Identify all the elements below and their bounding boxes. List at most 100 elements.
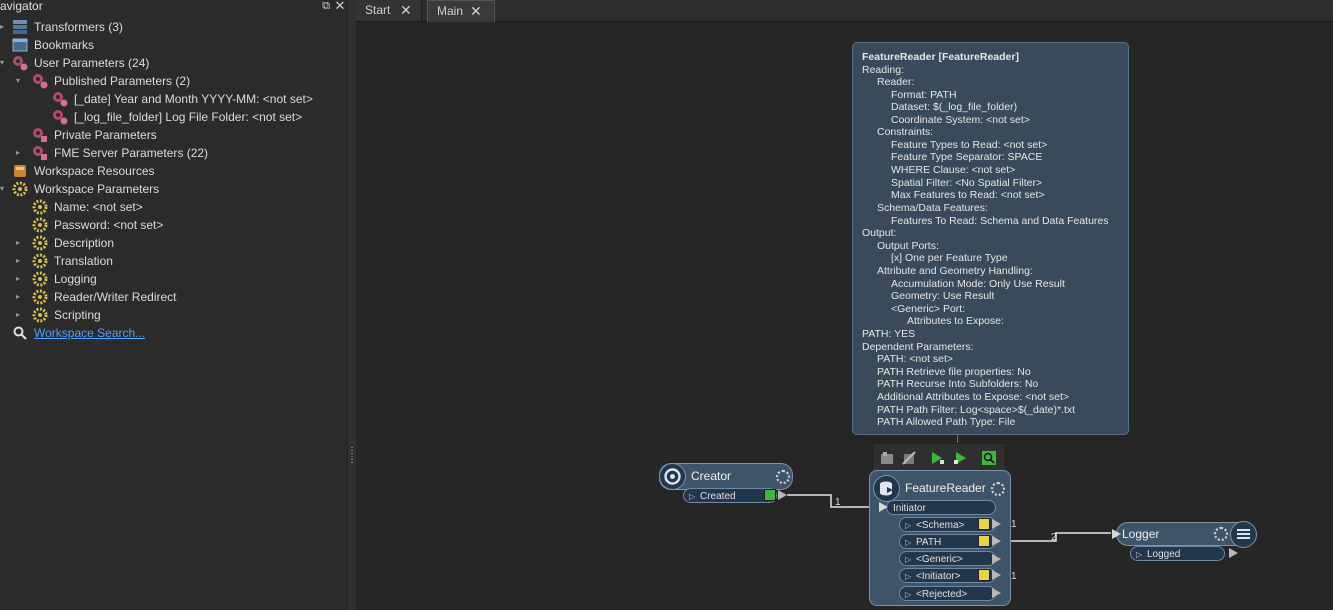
tree-item-logging[interactable]: ▸ Logging xyxy=(0,270,345,288)
rejected-output-port[interactable]: ▷ <Rejected> xyxy=(899,586,996,601)
tree-item-log-file-folder-parameter[interactable]: [_log_file_folder] Log File Folder: <not… xyxy=(0,108,345,126)
feature-count: 1 xyxy=(1011,519,1017,530)
expand-arrow-icon[interactable]: ▸ xyxy=(16,252,24,270)
port-label: Initiator xyxy=(893,503,926,514)
inspect-yellow-icon[interactable] xyxy=(978,569,990,581)
workspace-canvas[interactable]: FeatureReader [FeatureReader] Reading: R… xyxy=(356,22,1333,610)
search-icon xyxy=(13,326,27,340)
collapse-arrow-icon[interactable]: ▾ xyxy=(16,72,24,90)
expand-arrow-icon[interactable]: ▸ xyxy=(0,18,8,36)
port-label: <Initiator> xyxy=(916,571,961,582)
navigator-title: avigator xyxy=(0,0,43,13)
tree-item-workspace-search[interactable]: Workspace Search... xyxy=(0,324,345,342)
output-arrow-icon[interactable] xyxy=(992,570,1001,580)
logger-transformer[interactable]: Logger xyxy=(1116,521,1257,548)
gear-icon xyxy=(32,217,48,233)
gear-icon xyxy=(32,199,48,215)
close-tab-icon[interactable]: ✕ xyxy=(470,1,482,22)
tree-item-bookmarks[interactable]: Bookmarks xyxy=(0,36,345,54)
gear-icon xyxy=(32,289,48,305)
port-label: Logged xyxy=(1147,549,1181,560)
navigator-panel: avigator ⧉ ✕ ▸ Transformers (3) Bookmark… xyxy=(0,0,347,610)
gear-icon[interactable] xyxy=(1214,527,1228,541)
tree-item-label: Private Parameters xyxy=(54,128,157,142)
port-label: <Rejected> xyxy=(916,589,968,600)
inspect-yellow-icon[interactable] xyxy=(978,518,990,530)
tree-item-label: Password: <not set> xyxy=(54,218,164,232)
featurereader-icon xyxy=(873,475,900,502)
feature-count: 1 xyxy=(1011,571,1017,582)
tree-item-user-parameters[interactable]: ▾ User Parameters (24) xyxy=(0,54,345,72)
tree-item-workspace-parameters[interactable]: ▾ Workspace Parameters xyxy=(0,180,345,198)
tree-item-fme-server-parameters[interactable]: ▸ FME Server Parameters (22) xyxy=(0,144,345,162)
tree-item-label: Description xyxy=(54,236,115,250)
tree-item-label: FME Server Parameters (22) xyxy=(54,146,209,160)
port-label: PATH xyxy=(916,537,942,548)
workspace-search-link[interactable]: Workspace Search... xyxy=(34,324,145,342)
input-arrow-icon[interactable] xyxy=(879,502,888,512)
close-tab-icon[interactable]: ✕ xyxy=(400,0,412,21)
server-parameters-icon xyxy=(33,146,47,160)
tree-item-label: Logging xyxy=(54,272,97,286)
generic-output-port[interactable]: ▷ <Generic> xyxy=(899,551,996,566)
tree-item-description[interactable]: ▸ Description xyxy=(0,234,345,252)
collapse-arrow-icon[interactable]: ▾ xyxy=(0,54,8,72)
workspace-resources-icon xyxy=(14,165,26,177)
tab-label: Main xyxy=(437,4,464,18)
output-arrow-icon[interactable] xyxy=(992,536,1001,546)
tree-item-private-parameters[interactable]: Private Parameters xyxy=(0,126,345,144)
tree-item-password[interactable]: Password: <not set> xyxy=(0,216,345,234)
tree-item-label: Translation xyxy=(54,254,113,268)
tree-item-label: Name: <not set> xyxy=(54,200,143,214)
tab-start[interactable]: Start ✕ xyxy=(356,0,422,21)
tree-item-translation[interactable]: ▸ Translation xyxy=(0,252,345,270)
tab-label: Start xyxy=(365,3,391,17)
logger-name: Logger xyxy=(1122,527,1160,541)
output-arrow-icon[interactable] xyxy=(992,519,1001,529)
workspace-parameters-icon xyxy=(12,181,28,197)
gear-icon xyxy=(32,271,48,287)
parameter-icon xyxy=(53,110,68,125)
output-arrow-icon[interactable] xyxy=(992,588,1001,598)
expand-arrow-icon[interactable]: ▸ xyxy=(16,234,24,252)
connection-count: 2 xyxy=(1051,532,1057,543)
input-arrow-icon[interactable] xyxy=(1112,529,1121,539)
expand-arrow-icon[interactable]: ▸ xyxy=(16,144,24,162)
port-label: <Schema> xyxy=(916,520,965,531)
bookmark-icon xyxy=(12,38,28,52)
tree-item-scripting[interactable]: ▸ Scripting xyxy=(0,306,345,324)
gear-icon xyxy=(32,253,48,269)
tree-item-published-parameters[interactable]: ▾ Published Parameters (2) xyxy=(0,72,345,90)
tab-bar: Start ✕ Main ✕ xyxy=(356,0,1333,22)
tree-item-label: User Parameters (24) xyxy=(34,56,150,70)
float-panel-icon[interactable]: ⧉ xyxy=(320,0,332,12)
tree-item-reader-writer-redirect[interactable]: ▸ Reader/Writer Redirect xyxy=(0,288,345,306)
published-parameters-icon xyxy=(33,74,48,89)
tree-item-label: Workspace Parameters xyxy=(34,182,160,196)
inspect-yellow-icon[interactable] xyxy=(978,535,990,547)
tab-main[interactable]: Main ✕ xyxy=(427,0,495,22)
tree-item-date-parameter[interactable]: [_date] Year and Month YYYY-MM: <not set… xyxy=(0,90,345,108)
close-icon[interactable]: ✕ xyxy=(334,0,346,12)
tree-item-label: Transformers (3) xyxy=(34,20,123,34)
featurereader-name: FeatureReader xyxy=(905,481,986,495)
gear-icon[interactable] xyxy=(991,482,1005,496)
tree-item-label: Bookmarks xyxy=(34,38,95,52)
tree-item-transformers[interactable]: ▸ Transformers (3) xyxy=(0,18,345,36)
logger-icon xyxy=(1230,521,1257,548)
user-parameters-icon xyxy=(13,56,28,71)
splitter-grip-icon[interactable] xyxy=(351,447,353,463)
output-arrow-icon[interactable] xyxy=(1229,548,1238,558)
initiator-input-port[interactable]: Initiator xyxy=(886,500,996,515)
transformers-icon xyxy=(13,20,27,34)
tree-item-name[interactable]: Name: <not set> xyxy=(0,198,345,216)
tree-item-label: [_log_file_folder] Log File Folder: <not… xyxy=(74,110,303,124)
expand-arrow-icon[interactable]: ▸ xyxy=(16,306,24,324)
expand-arrow-icon[interactable]: ▸ xyxy=(16,270,24,288)
expand-arrow-icon[interactable]: ▸ xyxy=(16,288,24,306)
gear-icon xyxy=(32,307,48,323)
output-arrow-icon[interactable] xyxy=(992,554,1001,564)
collapse-arrow-icon[interactable]: ▾ xyxy=(0,180,8,198)
logged-output-port[interactable]: ▷ Logged xyxy=(1130,546,1225,561)
tree-item-workspace-resources[interactable]: Workspace Resources xyxy=(0,162,345,180)
